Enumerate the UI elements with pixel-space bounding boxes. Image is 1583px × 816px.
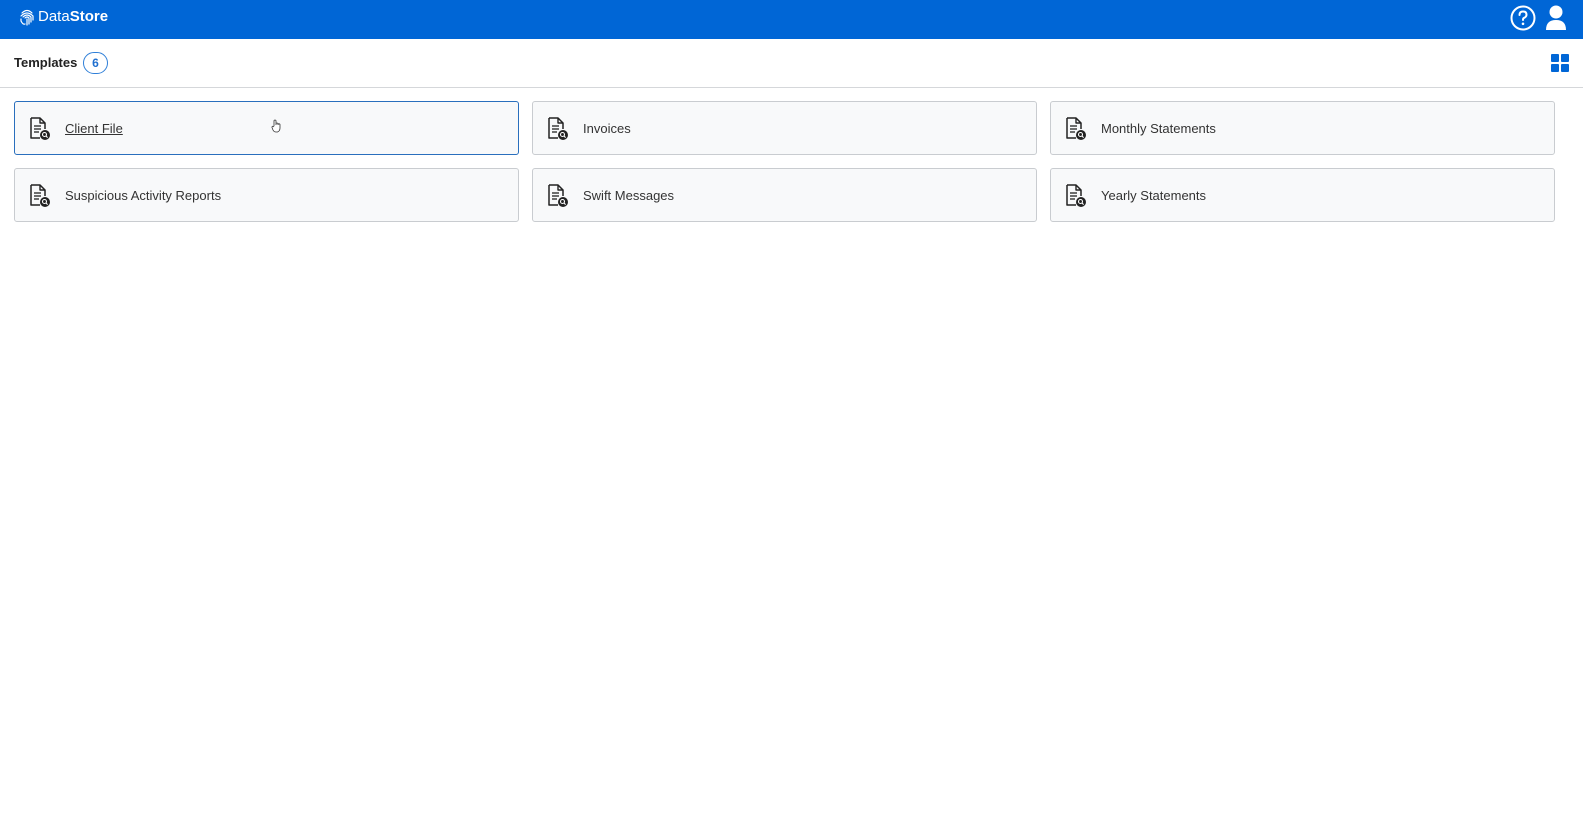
document-search-icon (548, 184, 568, 207)
template-card-label: Client File (65, 121, 123, 136)
hand-cursor-icon (271, 119, 281, 133)
document-search-icon (30, 184, 50, 207)
app-name: DataStore (38, 7, 108, 27)
document-search-icon (30, 117, 50, 140)
template-card-label: Swift Messages (583, 188, 675, 203)
top-navbar: DataStore (0, 0, 1583, 39)
help-circle-icon (1510, 5, 1536, 31)
document-search-icon (1066, 117, 1086, 140)
templates-count-badge: 6 (83, 52, 108, 74)
templates-grid: Client File Invoices Monthly Statements … (14, 101, 1570, 222)
template-card-invoices[interactable]: Invoices (532, 101, 1037, 155)
template-card-label: Invoices (583, 121, 631, 136)
page-title: Templates (14, 55, 78, 70)
template-card-client-file[interactable]: Client File (14, 101, 519, 155)
template-card-suspicious-activity-reports[interactable]: Suspicious Activity Reports (14, 168, 519, 222)
help-button[interactable] (1510, 5, 1536, 31)
grid-view-toggle[interactable] (1551, 54, 1569, 72)
document-search-icon (548, 117, 568, 140)
template-card-label: Suspicious Activity Reports (65, 188, 222, 203)
template-card-yearly-statements[interactable]: Yearly Statements (1050, 168, 1555, 222)
grid-view-icon (1551, 54, 1569, 72)
document-search-icon (1066, 184, 1086, 207)
fingerprint-logo-icon (20, 9, 34, 26)
template-card-label: Yearly Statements (1101, 188, 1207, 203)
user-menu-button[interactable] (1544, 4, 1568, 32)
app-name-bold: Store (69, 8, 109, 25)
template-card-swift-messages[interactable]: Swift Messages (532, 168, 1037, 222)
app-name-light: Data (38, 8, 70, 25)
templates-header: Templates 6 (0, 39, 1583, 88)
app-logo[interactable]: DataStore (19, 7, 108, 27)
template-card-monthly-statements[interactable]: Monthly Statements (1050, 101, 1555, 155)
user-icon (1546, 5, 1566, 30)
template-card-label: Monthly Statements (1101, 121, 1216, 136)
